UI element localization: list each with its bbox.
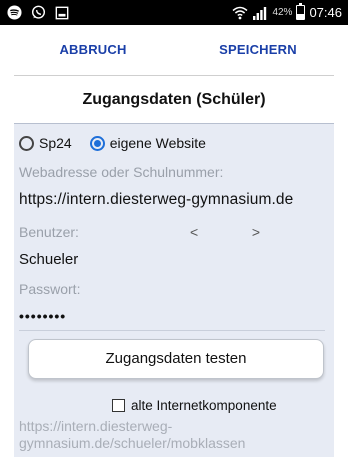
next-user-arrow[interactable]: > bbox=[252, 224, 260, 240]
source-radio-group: Sp24 eigene Website bbox=[19, 132, 224, 154]
action-bar-divider bbox=[14, 75, 334, 76]
password-underline bbox=[19, 330, 325, 331]
status-system-icons: 42% 07:46 bbox=[232, 3, 342, 22]
user-input[interactable]: Schueler bbox=[19, 251, 78, 268]
status-time: 07:46 bbox=[309, 5, 342, 20]
password-label: Passwort: bbox=[19, 281, 81, 297]
battery-percent: 42% bbox=[272, 7, 293, 18]
radio-sp24[interactable]: Sp24 bbox=[19, 135, 72, 151]
legacy-component-option[interactable]: alte Internetkomponente bbox=[112, 396, 277, 414]
address-input[interactable]: https://intern.diesterweg-gymnasium.de bbox=[19, 191, 293, 209]
radio-button-unselected[interactable] bbox=[19, 135, 34, 151]
save-button[interactable]: SPEICHERN bbox=[198, 25, 318, 75]
wifi-icon bbox=[232, 5, 248, 21]
user-switcher: < > bbox=[190, 224, 260, 240]
battery-icon bbox=[296, 3, 306, 20]
user-label: Benutzer: bbox=[19, 224, 79, 240]
signal-icon bbox=[252, 5, 268, 21]
previous-user-arrow[interactable]: < bbox=[190, 224, 198, 240]
spotify-icon bbox=[6, 5, 22, 21]
address-label: Webadresse oder Schulnummer: bbox=[19, 164, 224, 180]
page-title: Zugangsdaten (Schüler) bbox=[82, 91, 266, 108]
password-input[interactable]: •••••••• bbox=[19, 308, 66, 324]
radio-own-website[interactable]: eigene Website bbox=[89, 135, 206, 151]
radio-label-sp24: Sp24 bbox=[39, 135, 72, 151]
action-bar: ABBRUCH SPEICHERN bbox=[0, 25, 348, 75]
resolved-url-hint: https://intern.diesterweg-gymnasium.de/s… bbox=[19, 418, 246, 451]
whatsapp-icon bbox=[30, 5, 46, 21]
legacy-component-checkbox[interactable] bbox=[112, 398, 125, 412]
radio-button-selected[interactable] bbox=[89, 135, 105, 151]
test-credentials-button[interactable]: Zugangsdaten testen bbox=[28, 339, 324, 379]
legacy-component-label: alte Internetkomponente bbox=[131, 397, 277, 413]
screenshot-icon bbox=[54, 5, 70, 21]
status-notification-icons bbox=[6, 4, 70, 21]
credentials-panel: Sp24 eigene Website Webadresse oder Schu… bbox=[14, 123, 334, 457]
radio-label-own-website: eigene Website bbox=[109, 135, 206, 151]
status-bar: 42% 07:46 bbox=[0, 0, 348, 25]
cancel-button[interactable]: ABBRUCH bbox=[33, 25, 153, 75]
